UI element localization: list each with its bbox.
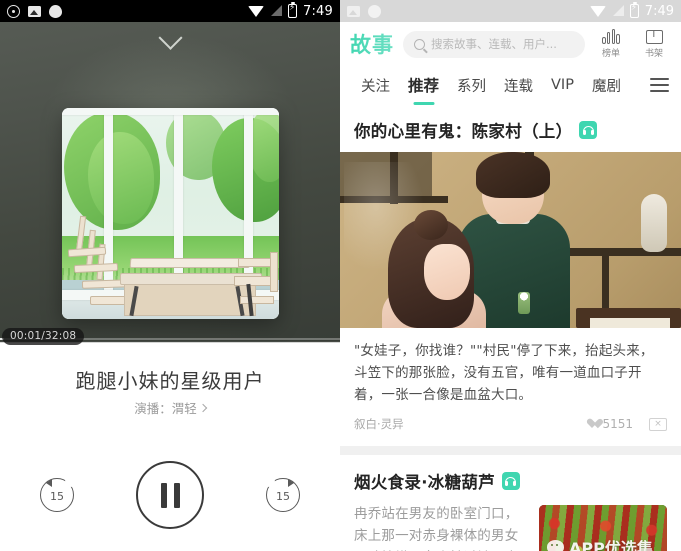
story-status-bar: 7:49 [340, 0, 681, 22]
rankings-label: 榜单 [601, 49, 620, 59]
story-meta-actions: 5151 × [586, 417, 667, 431]
battery-charging-icon [288, 2, 297, 18]
story-author[interactable]: 叙白·灵异 [354, 416, 404, 432]
watermark: APP优选集 [539, 535, 667, 551]
hero-woman-face [424, 244, 470, 300]
player-status-bar: 7:49 [0, 0, 340, 22]
wechat-icon [547, 540, 564, 551]
story-excerpt: "女娃子，你找谁？""村民"停了下来，抬起头来，斗笠下的那张脸，没有五官，唯有一… [354, 343, 654, 403]
battery-charging-icon [629, 2, 639, 18]
signal-icon [270, 5, 282, 17]
tab-following[interactable]: 关注 [352, 75, 399, 96]
rewind-15-button[interactable]: 15 [40, 478, 74, 512]
rank-chart-icon [602, 29, 620, 44]
playback-progress-bar[interactable]: 00:01/32:08 [0, 328, 340, 346]
circle-icon [49, 4, 62, 18]
pause-icon-bar [160, 482, 167, 508]
headphones-icon[interactable] [579, 121, 598, 139]
bookshelf-icon [645, 29, 663, 44]
search-icon [414, 38, 425, 50]
collapse-player-button[interactable] [0, 25, 340, 56]
story-excerpt: 冉乔站在男友的卧室门口，床上那一对赤身裸体的男女一脸惊慌，女人扯过被子裹 [354, 506, 519, 551]
search-placeholder: 搜索故事、连载、用户... [431, 37, 557, 51]
album-art-chair-back [270, 252, 278, 292]
rewind-arrow-icon [46, 479, 52, 487]
story-app-panel: 7:49 故事 搜索故事、连载、用户... 榜单 书架 关注 推荐 [340, 0, 681, 551]
app-header: 故事 搜索故事、连载、用户... 榜单 书架 [340, 22, 681, 66]
forward-ring-icon [266, 478, 300, 512]
tab-drama[interactable]: 魔剧 [583, 75, 630, 96]
like-button[interactable]: 5151 [586, 417, 633, 431]
headphones-icon[interactable] [501, 472, 520, 490]
hero-flower [518, 292, 530, 314]
headphones-glyph [582, 125, 594, 135]
search-input[interactable]: 搜索故事、连载、用户... [403, 30, 585, 58]
tab-vip[interactable]: VIP [542, 77, 583, 93]
album-art-chair [240, 296, 274, 304]
signal-icon [612, 5, 624, 17]
rankings-button[interactable]: 榜单 [594, 29, 628, 59]
bookshelf-label: 书架 [644, 48, 663, 59]
tab-recommended[interactable]: 推荐 [399, 74, 448, 96]
image-icon [28, 5, 41, 17]
player-controls: 15 15 [0, 461, 340, 529]
narrator-label: 演播：渭轻 [134, 401, 197, 416]
album-art-window-mullion [174, 108, 183, 298]
audio-player-panel: 7:49 [0, 0, 340, 551]
story-hero-image[interactable] [340, 152, 681, 328]
pause-icon-bar [173, 482, 180, 508]
story-meta-row: 叙白·灵异 5151 × [340, 406, 681, 446]
story-card[interactable]: 烟火食录·冰糖葫芦 冉乔站在男友的卧室门口，床上那一对赤身裸体的男女一脸惊慌，女… [340, 455, 681, 551]
story-title[interactable]: 烟火食录·冰糖葫芦 [354, 469, 495, 493]
hamburger-menu-icon[interactable] [650, 78, 669, 92]
story-thumbnail[interactable]: APP优选集 [539, 505, 667, 551]
circle-icon [368, 4, 381, 18]
wifi-icon [248, 5, 264, 17]
story-card[interactable]: 你的心里有鬼：陈家村（上） "女娃子，你找谁？""村民"停了下来，抬起头来，斗笠… [340, 104, 681, 446]
hero-vase [641, 194, 667, 252]
image-icon [347, 5, 360, 17]
heart-icon [586, 419, 597, 429]
track-title: 跑腿小妹的星级用户 [75, 369, 265, 393]
tab-series[interactable]: 系列 [448, 75, 495, 96]
status-system-icons: 7:49 [248, 2, 333, 19]
watermark-text: APP优选集 [569, 539, 653, 551]
album-art-window-mullion [244, 108, 253, 298]
like-count: 5151 [602, 417, 633, 431]
status-system-icons: 7:49 [589, 2, 674, 19]
story-body-row: 冉乔站在男友的卧室门口，床上那一对赤身裸体的男女一脸惊慌，女人扯过被子裹 APP… [340, 503, 681, 551]
status-notification-icons [347, 4, 381, 18]
hero-woman-bun [414, 210, 448, 240]
album-art-window-frame [62, 108, 279, 115]
status-clock: 7:49 [644, 3, 674, 19]
bookshelf-button[interactable]: 书架 [637, 29, 671, 59]
wifi-icon [589, 5, 606, 17]
story-title-row: 你的心里有鬼：陈家村（上） [340, 104, 681, 152]
tab-serialized[interactable]: 连载 [495, 75, 542, 96]
story-feed[interactable]: 你的心里有鬼：陈家村（上） "女娃子，你找谁？""村民"停了下来，抬起头来，斗笠… [340, 104, 681, 551]
hero-man-hair [476, 152, 550, 198]
playback-time-label: 00:01/32:08 [2, 328, 85, 345]
pause-button[interactable] [136, 461, 204, 529]
forward-arrow-icon [288, 479, 294, 487]
album-art-desk [129, 258, 251, 268]
disc-icon [7, 4, 20, 18]
story-title[interactable]: 你的心里有鬼：陈家村（上） [354, 118, 572, 142]
status-clock: 7:49 [303, 3, 333, 19]
dismiss-card-button[interactable]: × [649, 417, 667, 431]
status-notification-icons [7, 4, 62, 18]
album-art-foliage [88, 132, 154, 224]
card-separator [340, 446, 681, 455]
narrator-link[interactable]: 演播：渭轻 [0, 398, 340, 417]
story-title-row: 烟火食录·冰糖葫芦 [340, 455, 681, 503]
headphones-glyph [505, 476, 517, 486]
album-art[interactable] [62, 108, 279, 319]
forward-15-button[interactable]: 15 [266, 478, 300, 512]
tab-bar: 关注 推荐 系列 连载 VIP 魔剧 [340, 66, 681, 104]
chevron-right-icon [198, 403, 207, 412]
dual-screenshot-container: 7:49 [0, 0, 681, 551]
app-logo[interactable]: 故事 [350, 29, 394, 59]
hero-paper [590, 318, 670, 328]
